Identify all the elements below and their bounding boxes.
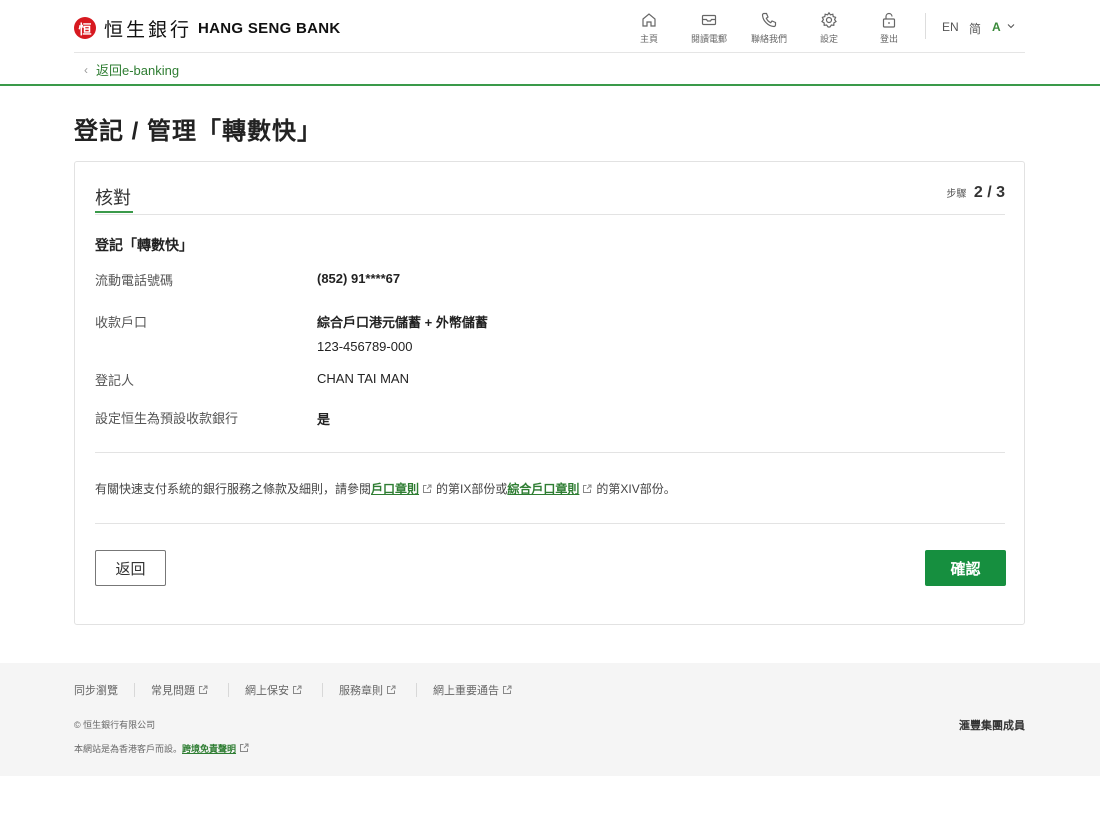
nav-mail-label: 閱讀電郵 [690,34,727,44]
verification-card: 核對 步驟 2 / 3 登記「轉數快」 流動電話號碼 (852) 91****6… [74,161,1025,625]
terms-notice: 有關快速支付系統的銀行服務之條款及細則，請參閱戶口章則 的第IX部份或綜合戶口章則… [95,480,676,497]
back-button[interactable]: 返回 [95,550,166,586]
footer-link-label: 常見問題 [151,685,195,697]
receiving-account-label: 收款戶口 [95,315,148,330]
footer-link-label: 同步瀏覽 [74,685,118,697]
external-link-icon [293,685,302,694]
integrated-account-terms-link[interactable]: 綜合戶口章則 [507,482,579,496]
footer-note-text: 本網站是為香港客戶而設。 [74,744,183,754]
step-value: 2 / 3 [973,184,1005,201]
footer: 同步瀏覽 常見問題 網上保安 服務章則 網上重要通告 © 恒生銀行有限公司 本網… [0,663,1100,776]
card-title: 核對 [95,188,131,208]
footer-link-service-terms[interactable]: 服務章則 [339,682,400,698]
step-indicator: 步驟 2 / 3 [946,184,1005,202]
nav-home-label: 主頁 [639,34,658,44]
home-icon [642,13,656,27]
card-title-underline [95,211,133,213]
registrant-label: 登記人 [95,373,135,388]
mail-icon [701,14,717,26]
section-title: 登記「轉數快」 [95,237,193,253]
registrant-value: CHAN TAI MAN [317,371,409,386]
account-terms-link[interactable]: 戶口章則 [371,482,419,496]
logo-mark-icon: 恒 [74,17,96,39]
default-bank-label: 設定恒生為預設收款銀行 [95,411,239,426]
divider [95,523,1005,524]
footer-link-security[interactable]: 網上保安 [245,682,306,698]
page-title: 登記 / 管理「轉數快」 [74,118,323,145]
nav-settings[interactable]: 設定 [799,11,859,45]
receiving-account-name: 綜合戶口港元儲蓄 + 外幣儲蓄 [317,315,488,330]
font-size-toggle[interactable]: A [992,20,1015,34]
cross-border-disclaimer-link[interactable]: 跨境免責聲明 [182,744,236,754]
footer-link-label: 網上保安 [245,685,289,697]
card-header: 核對 步驟 2 / 3 [95,180,1005,215]
step-label: 步驟 [946,189,967,200]
receiving-account-number: 123-456789-000 [317,339,413,354]
footer-link-label: 網上重要通告 [433,685,499,697]
font-size-label: A [992,20,1001,34]
external-link-icon [583,484,592,493]
language-en[interactable]: EN [942,20,959,34]
nav-divider [925,13,926,39]
footer-links: 同步瀏覽 常見問題 網上保安 服務章則 網上重要通告 [74,682,516,698]
chevron-down-icon [1007,24,1014,29]
external-link-icon [423,484,432,493]
nav-logout-label: 登出 [879,34,898,44]
copyright: © 恒生銀行有限公司 [74,720,156,730]
logo-english-name: HANG SENG BANK [198,19,341,37]
nav-contact-label: 聯絡我們 [750,34,787,44]
external-link-icon [387,685,396,694]
nav-contact[interactable]: 聯絡我們 [739,11,799,45]
nav-logout[interactable]: 登出 [859,11,919,45]
header: 恒 恒生銀行 HANG SENG BANK 主頁 閱讀電郵 聯絡我們 設定 登出… [0,0,1100,86]
nav-settings-label: 設定 [819,34,838,44]
external-link-icon [240,743,249,752]
external-link-icon [199,685,208,694]
footer-link-cobrowse[interactable]: 同步瀏覽 [74,682,118,698]
footer-link-notices[interactable]: 網上重要通告 [433,682,516,698]
back-to-ebanking-label: 返回e-banking [96,63,180,78]
footer-link-label: 服務章則 [339,685,383,697]
hsbc-group-member: 滙豐集團成員 [959,720,1025,732]
header-separator [74,52,1025,53]
footer-separator [134,683,135,697]
phone-icon [761,12,777,28]
logo-chinese-name: 恒生銀行 [104,18,193,41]
terms-text-1: 有關快速支付系統的銀行服務之條款及細則，請參閱 [95,482,372,496]
gear-icon [821,11,837,28]
footer-separator [416,683,417,697]
default-bank-value: 是 [317,412,331,427]
divider [95,452,1005,453]
bank-logo[interactable]: 恒 恒生銀行 HANG SENG BANK [74,16,341,41]
footer-note: 本網站是為香港客戶而設。跨境免責聲明 [74,742,253,755]
footer-link-faq[interactable]: 常見問題 [151,682,212,698]
footer-separator [322,683,323,697]
mobile-number-label: 流動電話號碼 [95,273,174,288]
back-to-ebanking-link[interactable]: ‹ 返回e-banking [84,60,179,79]
mobile-number-value: (852) 91****67 [317,271,401,286]
external-link-icon [503,685,512,694]
unlock-icon [882,12,896,28]
terms-text-2: 的第IX部份或 [436,482,508,496]
confirm-button[interactable]: 確認 [925,550,1006,586]
receiving-account-value: 綜合戶口港元儲蓄 + 外幣儲蓄 123-456789-000 [317,312,488,354]
nav-mail[interactable]: 閱讀電郵 [679,11,739,45]
language-simplified[interactable]: 简 [969,20,981,37]
terms-text-3: 的第XIV部份。 [596,482,676,496]
nav-home[interactable]: 主頁 [619,11,679,45]
chevron-left-icon: ‹ [84,62,88,77]
footer-separator [228,683,229,697]
